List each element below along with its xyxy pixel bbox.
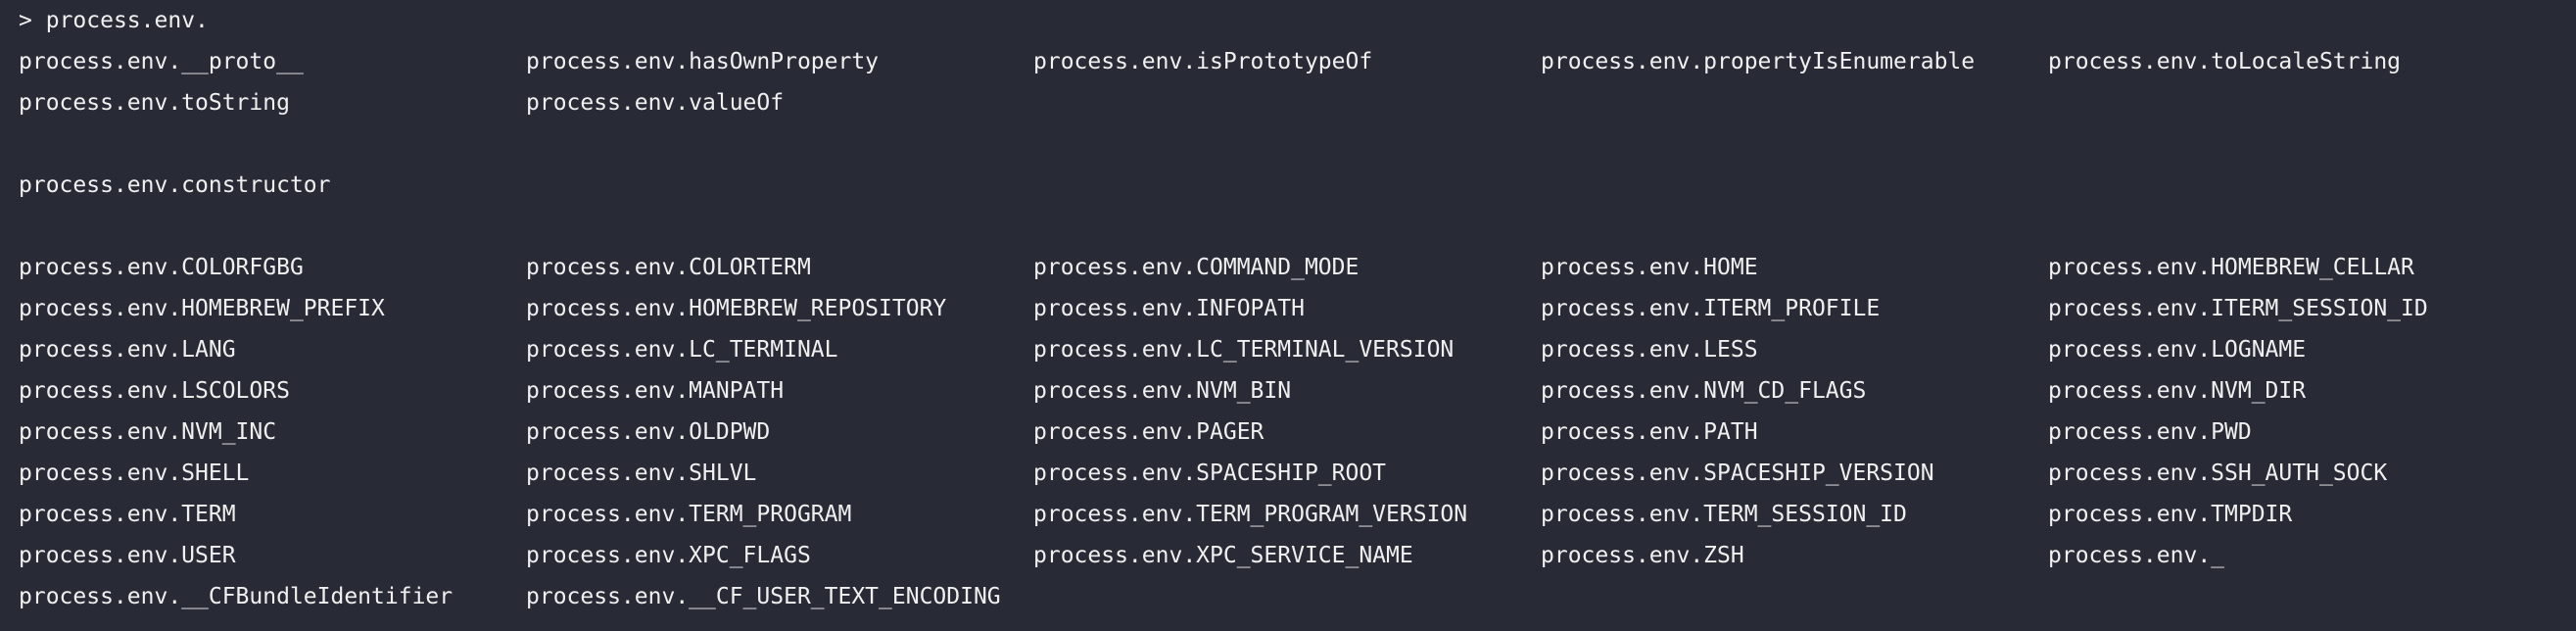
completion-item[interactable]: process.env.MANPATH: [526, 370, 1033, 412]
completion-item[interactable]: process.env.LOGNAME: [2048, 329, 2555, 370]
completion-item[interactable]: process.env.valueOf: [526, 82, 1033, 123]
completion-item[interactable]: process.env.INFOPATH: [1033, 288, 1541, 329]
completion-item[interactable]: process.env.LANG: [19, 329, 526, 370]
completion-item[interactable]: process.env.HOME: [1541, 247, 2048, 288]
completion-item[interactable]: process.env.ITERM_PROFILE: [1541, 288, 2048, 329]
command-input[interactable]: process.env.: [46, 8, 209, 33]
completion-item[interactable]: process.env.hasOwnProperty: [526, 41, 1033, 82]
completion-item[interactable]: process.env.TERM_SESSION_ID: [1541, 494, 2048, 535]
completion-item[interactable]: process.env.COLORTERM: [526, 247, 1033, 288]
completion-item[interactable]: process.env.HOMEBREW_CELLAR: [2048, 247, 2555, 288]
completion-row: process.env.__CFBundleIdentifier process.…: [19, 576, 2557, 617]
completion-item[interactable]: process.env.TMPDIR: [2048, 494, 2555, 535]
completion-item[interactable]: process.env.constructor: [19, 165, 526, 206]
completion-row: process.env.__proto__ process.env.hasOwnP…: [19, 41, 2557, 82]
completion-row: process.env.NVM_INC process.env.OLDPWD pro…: [19, 412, 2557, 453]
completion-item[interactable]: process.env.TERM: [19, 494, 526, 535]
completion-item[interactable]: process.env.NVM_CD_FLAGS: [1541, 370, 2048, 412]
completion-item[interactable]: process.env.__CFBundleIdentifier: [19, 576, 526, 617]
completion-item[interactable]: process.env.XPC_SERVICE_NAME: [1033, 535, 1541, 576]
completion-item[interactable]: process.env.COMMAND_MODE: [1033, 247, 1541, 288]
completion-list: process.env.__proto__ process.env.hasOwnP…: [19, 41, 2557, 617]
completion-item[interactable]: process.env.XPC_FLAGS: [526, 535, 1033, 576]
completion-item[interactable]: process.env.HOMEBREW_REPOSITORY: [526, 288, 1033, 329]
completion-item[interactable]: process.env.NVM_DIR: [2048, 370, 2555, 412]
completion-item[interactable]: process.env.__CF_USER_TEXT_ENCODING: [526, 576, 1033, 617]
completion-item[interactable]: process.env.PAGER: [1033, 412, 1541, 453]
completion-row: process.env.toString process.env.valueOf: [19, 82, 2557, 123]
completion-item[interactable]: process.env.LC_TERMINAL: [526, 329, 1033, 370]
completion-item[interactable]: process.env.toLocaleString: [2048, 41, 2555, 82]
completion-item[interactable]: process.env.PWD: [2048, 412, 2555, 453]
completion-row: process.env.USER process.env.XPC_FLAGS pro…: [19, 535, 2557, 576]
completion-item[interactable]: process.env.SSH_AUTH_SOCK: [2048, 453, 2555, 494]
completion-item[interactable]: process.env._: [2048, 535, 2555, 576]
completion-row: process.env.LANG process.env.LC_TERMINAL p…: [19, 329, 2557, 370]
completion-item[interactable]: process.env.ZSH: [1541, 535, 2048, 576]
completion-item[interactable]: process.env.isPrototypeOf: [1033, 41, 1541, 82]
completion-item[interactable]: process.env.PATH: [1541, 412, 2048, 453]
completion-item[interactable]: process.env.__proto__: [19, 41, 526, 82]
completion-item[interactable]: process.env.USER: [19, 535, 526, 576]
completion-item[interactable]: process.env.SHELL: [19, 453, 526, 494]
completion-row: process.env.COLORFGBG process.env.COLORTE…: [19, 247, 2557, 288]
completion-item[interactable]: process.env.ITERM_SESSION_ID: [2048, 288, 2555, 329]
completion-item[interactable]: process.env.OLDPWD: [526, 412, 1033, 453]
completion-item[interactable]: process.env.TERM_PROGRAM: [526, 494, 1033, 535]
completion-row: process.env.TERM process.env.TERM_PROGRAM…: [19, 494, 2557, 535]
completion-item[interactable]: process.env.SPACESHIP_VERSION: [1541, 453, 2048, 494]
completion-item[interactable]: process.env.NVM_BIN: [1033, 370, 1541, 412]
completion-row: process.env.HOMEBREW_PREFIX process.env.H…: [19, 288, 2557, 329]
completion-item[interactable]: process.env.COLORFGBG: [19, 247, 526, 288]
completion-item[interactable]: process.env.HOMEBREW_PREFIX: [19, 288, 526, 329]
completion-item[interactable]: process.env.LC_TERMINAL_VERSION: [1033, 329, 1541, 370]
completion-row: process.env.LSCOLORS process.env.MANPATH p…: [19, 370, 2557, 412]
completion-item[interactable]: process.env.TERM_PROGRAM_VERSION: [1033, 494, 1541, 535]
completion-item[interactable]: process.env.SHLVL: [526, 453, 1033, 494]
completion-item[interactable]: process.env.toString: [19, 82, 526, 123]
completion-row: process.env.SHELL process.env.SHLVL proces…: [19, 453, 2557, 494]
terminal-window[interactable]: > process.env. process.env.__proto__ proc…: [0, 0, 2557, 631]
prompt-line[interactable]: > process.env.: [19, 0, 2557, 41]
completion-item[interactable]: process.env.LSCOLORS: [19, 370, 526, 412]
completion-item[interactable]: process.env.LESS: [1541, 329, 2048, 370]
completion-item[interactable]: process.env.SPACESHIP_ROOT: [1033, 453, 1541, 494]
completion-item[interactable]: process.env.propertyIsEnumerable: [1541, 41, 2048, 82]
completion-row: process.env.constructor: [19, 165, 2557, 206]
completion-item[interactable]: process.env.NVM_INC: [19, 412, 526, 453]
prompt-symbol: >: [19, 8, 32, 33]
